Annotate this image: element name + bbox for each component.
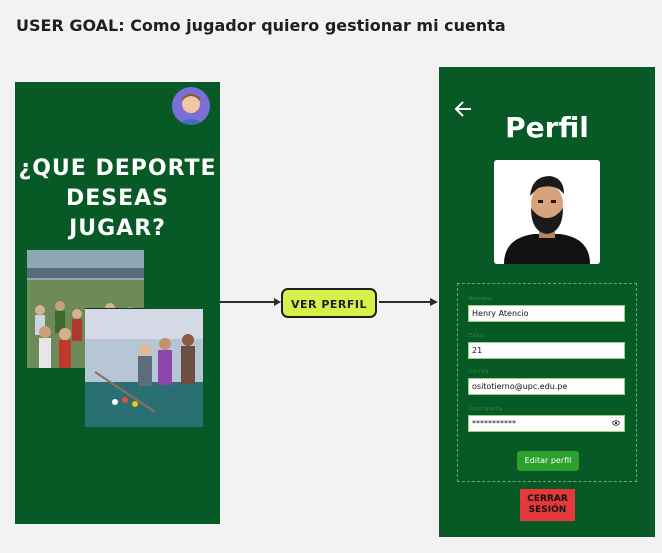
eye-icon[interactable] — [612, 420, 620, 426]
logout-button[interactable]: CERRAR SESIÓN — [520, 489, 575, 521]
bearded-man-avatar-icon — [494, 160, 600, 264]
name-label: Nombre — [469, 296, 492, 302]
password-field[interactable]: *********** — [468, 415, 625, 432]
email-label: Correo — [469, 369, 489, 375]
ver-perfil-button[interactable]: VER PERFIL — [281, 288, 377, 318]
age-label: Edad — [469, 333, 484, 339]
name-field[interactable]: Henry Atencio — [468, 305, 625, 322]
edit-profile-button[interactable]: Editar perfil — [517, 451, 579, 471]
age-field[interactable]: 21 — [468, 342, 625, 359]
email-field[interactable]: ositotierno@upc.edu.pe — [468, 378, 625, 395]
profile-screen: Perfil Nombre Henry Atencio Edad 21 Corr… — [439, 67, 655, 537]
password-label: Contraseña — [469, 406, 503, 412]
page-title: Perfil — [505, 111, 589, 144]
password-value: *********** — [472, 419, 516, 428]
profile-picture — [494, 160, 600, 264]
